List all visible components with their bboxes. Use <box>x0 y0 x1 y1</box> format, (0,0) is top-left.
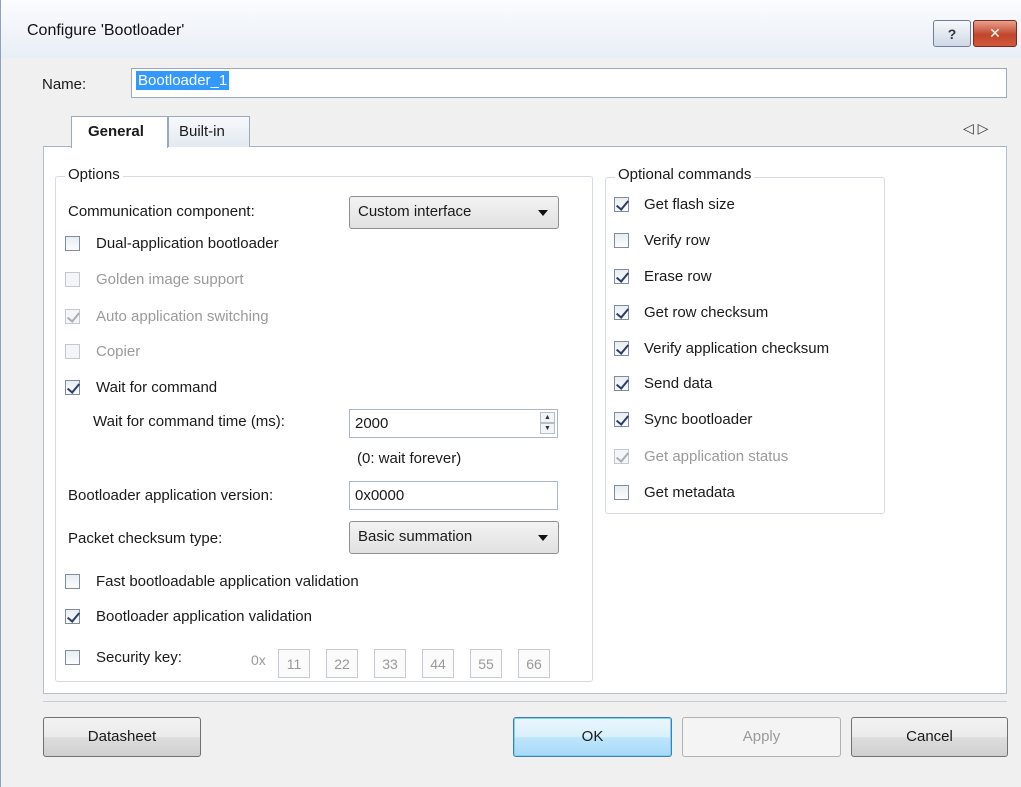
tab-general[interactable]: General <box>71 116 168 148</box>
cmd-get-row-checksum-checkbox[interactable] <box>614 305 629 320</box>
cmd-get-flash-size-label: Get flash size <box>644 196 735 213</box>
cmd-send-data-label: Send data <box>644 375 713 392</box>
tab-scroll-right-icon[interactable]: ▷ <box>978 120 989 136</box>
golden-image-checkbox[interactable] <box>65 272 80 287</box>
ok-button[interactable]: OK <box>513 717 672 757</box>
fast-validation-checkbox[interactable] <box>65 574 80 589</box>
cmd-verify-row-checkbox[interactable] <box>614 233 629 248</box>
cmd-get-metadata-label: Get metadata <box>644 484 735 501</box>
comm-component-dropdown[interactable]: Custom interface <box>349 196 559 229</box>
wait-command-checkbox[interactable] <box>65 380 80 395</box>
app-version-input[interactable]: 0x0000 <box>349 481 558 510</box>
app-validation-label: Bootloader application validation <box>96 608 312 625</box>
wait-time-label: Wait for command time (ms): <box>93 413 285 430</box>
cmd-verify-row-label: Verify row <box>644 232 710 249</box>
datasheet-button[interactable]: Datasheet <box>43 717 201 757</box>
security-key-byte[interactable]: 33 <box>374 649 406 678</box>
cmd-get-metadata-checkbox[interactable] <box>614 485 629 500</box>
help-button[interactable]: ? <box>933 20 971 47</box>
checksum-type-dropdown[interactable]: Basic summation <box>349 521 559 554</box>
tab-built-in[interactable]: Built-in <box>168 116 250 147</box>
cmd-sync-bootloader-label: Sync bootloader <box>644 411 753 428</box>
wait-time-spinner[interactable]: ▲ ▼ <box>540 412 555 435</box>
wait-command-label: Wait for command <box>96 379 218 396</box>
wait-time-value: 2000 <box>355 415 389 432</box>
spin-up-icon[interactable]: ▲ <box>540 412 555 423</box>
security-key-byte[interactable]: 44 <box>422 649 454 678</box>
golden-image-label: Golden image support <box>96 271 244 288</box>
name-input[interactable]: Bootloader_1 <box>131 68 1007 98</box>
cmd-verify-app-checksum-label: Verify application checksum <box>644 340 830 357</box>
cmd-sync-bootloader-checkbox[interactable] <box>614 412 629 427</box>
fast-validation-label: Fast bootloadable application validation <box>96 573 359 590</box>
options-legend: Options <box>65 166 123 183</box>
dual-app-checkbox[interactable] <box>65 236 80 251</box>
wait-time-input[interactable]: 2000 ▲ ▼ <box>349 409 558 438</box>
auto-switch-checkbox[interactable] <box>65 309 80 324</box>
title-bar: Configure 'Bootloader' ? ✕ <box>1 0 1021 58</box>
security-key-byte[interactable]: 11 <box>278 649 310 678</box>
cmd-get-row-checksum-label: Get row checksum <box>644 304 769 321</box>
window-title: Configure 'Bootloader' <box>27 22 185 39</box>
cmd-send-data-checkbox[interactable] <box>614 376 629 391</box>
tab-scroll-left-icon[interactable]: ◁ <box>963 120 974 136</box>
optional-commands-legend: Optional commands <box>615 166 755 183</box>
button-row-separator <box>43 701 1007 702</box>
checksum-type-label: Packet checksum type: <box>68 530 223 547</box>
close-button[interactable]: ✕ <box>973 20 1017 47</box>
auto-switch-label: Auto application switching <box>96 308 269 325</box>
comm-component-value: Custom interface <box>358 203 472 220</box>
cmd-erase-row-checkbox[interactable] <box>614 269 629 284</box>
apply-button[interactable]: Apply <box>682 717 841 757</box>
configure-dialog: Configure 'Bootloader' ? ✕ Name: Bootloa… <box>0 0 1021 787</box>
app-validation-checkbox[interactable] <box>65 609 80 624</box>
security-key-prefix: 0x <box>251 652 266 668</box>
security-key-byte[interactable]: 55 <box>470 649 502 678</box>
security-key-byte[interactable]: 22 <box>326 649 358 678</box>
chevron-down-icon <box>538 210 548 216</box>
checksum-type-value: Basic summation <box>358 528 473 545</box>
chevron-down-icon <box>538 535 548 541</box>
cancel-button[interactable]: Cancel <box>851 717 1008 757</box>
cmd-get-app-status-label: Get application status <box>644 448 789 465</box>
security-key-label: Security key: <box>96 649 182 666</box>
cmd-get-flash-size-checkbox[interactable] <box>614 197 629 212</box>
security-key-checkbox[interactable] <box>65 650 80 665</box>
app-version-value: 0x0000 <box>355 487 405 504</box>
name-value: Bootloader_1 <box>136 71 230 90</box>
app-version-label: Bootloader application version: <box>68 487 274 504</box>
copier-checkbox[interactable] <box>65 344 80 359</box>
tab-scroll: ◁ ▷ <box>963 120 988 137</box>
cmd-verify-app-checksum-checkbox[interactable] <box>614 341 629 356</box>
wait-time-hint: (0: wait forever) <box>357 450 462 467</box>
security-key-byte[interactable]: 66 <box>518 649 550 678</box>
dual-app-label: Dual-application bootloader <box>96 235 279 252</box>
cmd-erase-row-label: Erase row <box>644 268 712 285</box>
name-label: Name: <box>42 76 87 93</box>
spin-down-icon[interactable]: ▼ <box>540 423 555 434</box>
comm-component-label: Communication component: <box>68 203 255 220</box>
copier-label: Copier <box>96 343 141 360</box>
cmd-get-app-status-checkbox[interactable] <box>614 449 629 464</box>
